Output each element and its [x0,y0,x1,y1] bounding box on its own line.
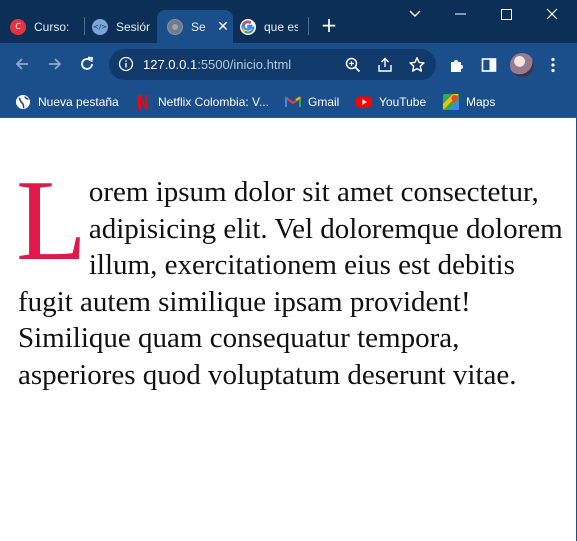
bookmark-netflix[interactable]: Netflix Colombia: V... [135,92,269,112]
address-bar[interactable]: 127.0.0.1:5500/inicio.html [109,49,436,80]
code-icon: </> [92,18,108,35]
bookmark-maps[interactable]: Maps [443,92,495,112]
close-tab-icon[interactable]: ✕ [215,19,231,35]
circle-c-icon: C [10,18,26,35]
new-tab-button[interactable]: + [318,15,340,37]
bookmark-label: YouTube [379,95,427,109]
paragraph-text: orem ipsum dolor sit amet consectetur, a… [18,176,563,391]
drop-cap-letter: L [16,157,87,285]
maximize-icon[interactable] [496,4,516,24]
tab-search-icon[interactable] [405,4,425,24]
tab-curso[interactable]: C Curso: [10,10,80,43]
bookmark-label: Nueva pestaña [38,95,119,109]
close-window-icon[interactable] [542,4,562,24]
bookmark-label: Gmail [308,95,340,109]
site-info-icon[interactable] [118,56,134,72]
share-icon[interactable] [376,56,394,74]
tab-title: Sesión [116,19,150,34]
zoom-icon[interactable] [344,56,362,74]
globe-icon [15,94,31,110]
tab-sesion[interactable]: </> Sesión [92,10,156,43]
tab-strip: C Curso: </> Sesión Se ✕ que es + [0,0,577,43]
tab-active[interactable]: Se ✕ [157,10,233,43]
youtube-icon [356,94,372,110]
side-panel-icon[interactable] [479,55,499,75]
bookmark-gmail[interactable]: Gmail [285,92,339,112]
tab-separator [84,17,85,35]
maps-icon [443,94,459,110]
toolbar: 127.0.0.1:5500/inicio.html [0,43,577,86]
tab-title: Curso: [34,19,70,34]
tab-title: Se [191,19,206,34]
page-viewport: Lorem ipsum dolor sit amet consectetur, … [0,118,577,541]
bookmark-nueva-pestana[interactable]: Nueva pestaña [15,92,119,112]
tab-separator [308,17,309,35]
url-text[interactable]: 127.0.0.1:5500/inicio.html [143,57,291,72]
tab-title: que es [264,19,298,34]
extensions-icon[interactable] [447,55,467,75]
back-icon[interactable] [11,53,33,75]
url-host: 127.0.0.1 [143,57,198,72]
profile-avatar[interactable] [510,53,534,77]
gmail-icon [285,94,301,110]
forward-icon[interactable] [44,53,66,75]
url-path: :5500/inicio.html [197,57,292,72]
netflix-icon [135,94,151,110]
lorem-paragraph: Lorem ipsum dolor sit amet consectetur, … [16,157,566,393]
reload-icon[interactable] [76,53,98,75]
google-icon [240,18,256,35]
menu-kebab-icon[interactable] [543,55,563,75]
bookmark-label: Maps [466,95,496,109]
bookmarks-bar: Nueva pestaña Netflix Colombia: V... Gma… [0,86,577,118]
minimize-icon[interactable] [451,4,471,24]
tab-que-es[interactable]: que es [240,10,308,43]
bookmark-star-icon[interactable] [408,56,426,74]
bookmark-label: Netflix Colombia: V... [158,95,269,109]
bookmark-youtube[interactable]: YouTube [356,92,426,112]
globe-icon [167,18,183,35]
